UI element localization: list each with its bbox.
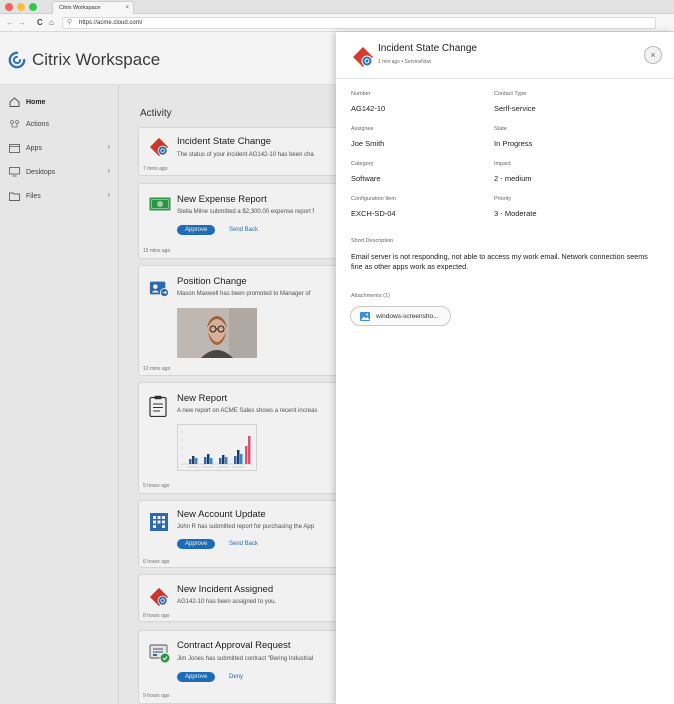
panel-divider [336,78,674,79]
citrix-logo-icon [8,51,26,69]
attachment-name: windows-screensho... [376,312,439,320]
image-file-icon [360,311,370,321]
panel-subtitle: 1 min ago • ServiceNow [378,59,432,65]
browser-titlebar: Citrix Workspace × [0,0,674,14]
short-description-text: Email server is not responding, not able… [351,252,648,271]
short-description-label: Short Description [351,238,394,244]
field-value-contact-type: Serlf-service [494,104,536,113]
field-label-priority: Priority [494,196,512,202]
field-label-impact: Impact [494,161,511,167]
browser-toolbar: ← → C ⌂ ⚲ https://acme.cloud.com/ [0,14,674,32]
field-label-configuration-item: Configuration Item [351,196,396,202]
panel-title: Incident State Change [378,43,477,54]
address-bar[interactable]: ⚲ https://acme.cloud.com/ [62,17,656,29]
forward-icon[interactable]: → [18,17,26,29]
brand-name: Citrix Workspace [32,50,161,69]
field-value-state: In Progress [494,139,533,148]
back-icon[interactable]: ← [6,17,14,29]
browser-tab[interactable]: Citrix Workspace × [52,1,134,14]
field-label-category: Category [351,161,374,167]
tab-close-icon[interactable]: × [125,2,129,14]
close-icon[interactable]: × [644,46,662,64]
address-url: https://acme.cloud.com/ [79,20,143,26]
servicenow-incident-icon [353,47,373,67]
field-label-contact-type: Contact Type [494,91,527,97]
close-window-button[interactable] [5,3,13,11]
field-label-state: State [494,126,507,132]
dim-overlay-feed [118,85,336,704]
maximize-window-button[interactable] [29,3,37,11]
field-value-priority: 3 - Moderate [494,209,537,218]
field-label-assignee: Assignee [351,126,374,132]
reload-icon[interactable]: C [37,17,43,29]
search-icon: ⚲ [67,19,73,26]
home-icon[interactable]: ⌂ [49,17,54,29]
incident-detail-panel: Incident State Change 1 min ago • Servic… [336,32,674,704]
attachments-label: Attachments (1) [351,293,390,299]
attachment-chip[interactable]: windows-screensho... [350,306,451,326]
field-label-number: Number [351,91,371,97]
browser-tab-title: Citrix Workspace [59,5,101,11]
field-value-configuration-item: EXCH-SD-04 [351,209,396,218]
field-value-number: AG142-10 [351,104,386,113]
field-value-assignee: Joe Smith [351,139,385,148]
field-value-category: Software [351,174,381,183]
minimize-window-button[interactable] [17,3,25,11]
brand[interactable]: Citrix Workspace [8,49,160,71]
dim-overlay-sidebar [0,85,118,704]
field-value-impact: 2 - medium [494,174,532,183]
